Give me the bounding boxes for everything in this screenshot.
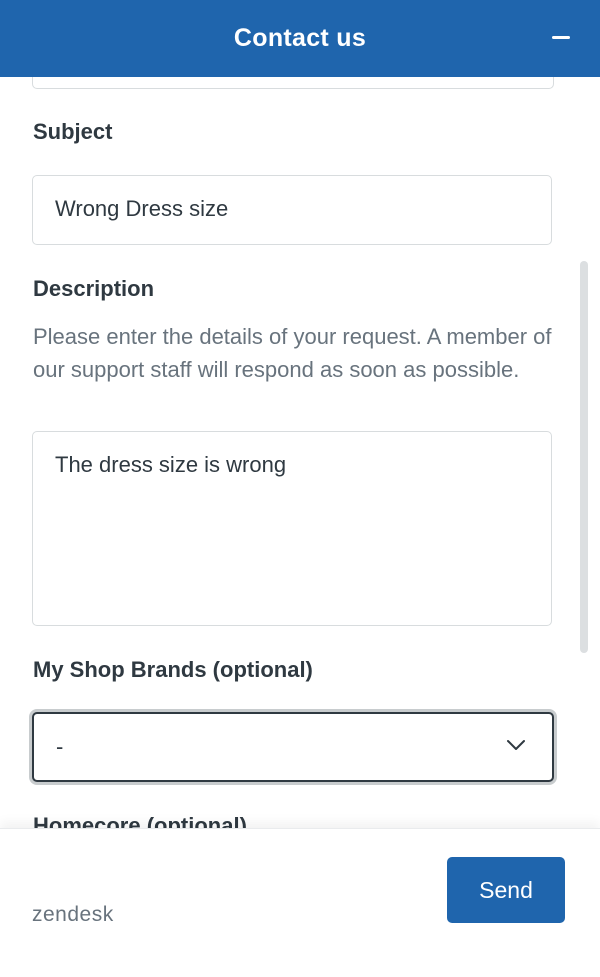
previous-field-input[interactable] xyxy=(32,77,554,89)
subject-input[interactable]: Wrong Dress size xyxy=(32,175,552,245)
description-help-text: Please enter the details of your request… xyxy=(33,324,552,382)
minimize-icon xyxy=(552,36,570,39)
brands-selected-value: - xyxy=(56,734,64,759)
brands-label: My Shop Brands (optional) xyxy=(33,657,313,682)
widget-header: Contact us xyxy=(0,0,600,77)
homecore-label: Homecore (optional) xyxy=(33,813,247,828)
contact-widget: Contact us Subject Wrong Dress size Desc… xyxy=(0,0,600,977)
chevron-down-icon xyxy=(507,740,525,750)
brands-select[interactable]: - xyxy=(32,712,554,782)
minimize-button[interactable] xyxy=(548,25,574,51)
send-button[interactable]: Send xyxy=(447,857,565,923)
form-content: Subject Wrong Dress size Description Ple… xyxy=(0,77,600,828)
description-value: The dress size is wrong xyxy=(55,452,287,477)
subject-label: Subject xyxy=(33,119,113,144)
header-title: Contact us xyxy=(233,24,367,52)
description-textarea[interactable]: The dress size is wrong xyxy=(32,431,552,626)
subject-value: Wrong Dress size xyxy=(55,196,229,221)
zendesk-logo: zendesk xyxy=(32,903,114,926)
scrollbar-thumb[interactable] xyxy=(580,261,588,653)
bottom-strip xyxy=(0,951,600,977)
widget-footer: zendesk Send xyxy=(0,828,600,952)
description-label: Description xyxy=(33,276,155,301)
